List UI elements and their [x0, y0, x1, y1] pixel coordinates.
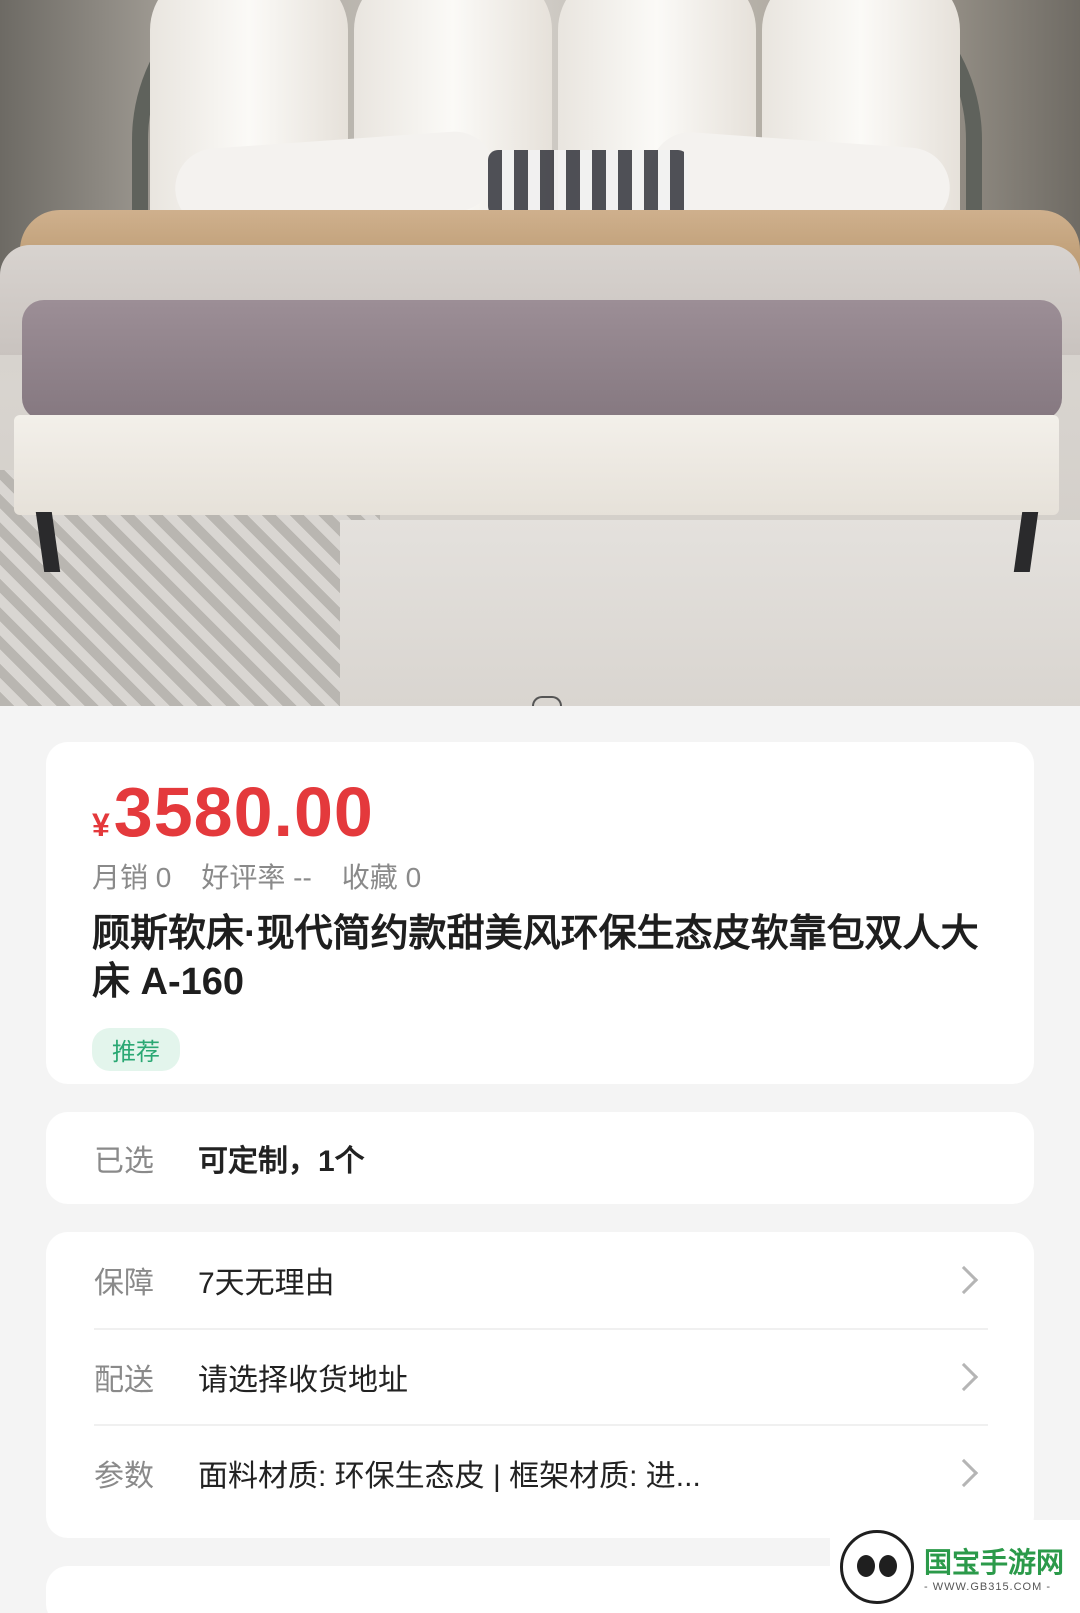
- currency-symbol: ¥: [92, 807, 110, 843]
- watermark-site: - WWW.GB315.COM -: [924, 1580, 1051, 1593]
- image-bed-base: [14, 415, 1059, 515]
- monthly-sales: 月销 0: [92, 862, 172, 893]
- delivery-row[interactable]: 配送 请选择收货地址: [94, 1328, 988, 1424]
- carousel-indicator[interactable]: [532, 696, 562, 706]
- rating: 好评率 --: [201, 862, 312, 893]
- chevron-right-icon: [949, 1362, 979, 1392]
- image-mattress: [22, 300, 1062, 420]
- chevron-right-icon: [949, 1458, 979, 1488]
- favorites: 收藏 0: [341, 862, 422, 893]
- product-title: 顾斯软床·现代简约款甜美风环保生态皮软靠包双人大床 A-160: [92, 913, 979, 1003]
- product-image[interactable]: [0, 0, 1080, 706]
- parameters-row[interactable]: 参数 面料材质: 环保生态皮 | 框架材质: 进...: [94, 1424, 988, 1520]
- site-watermark: 国宝手游网 - WWW.GB315.COM -: [830, 1520, 1080, 1613]
- service-info-card: 保障 7天无理由 配送 请选择收货地址 参数 面料材质: 环保生态皮 | 框架材…: [46, 1232, 1034, 1538]
- guarantee-label: 保障: [94, 1267, 154, 1300]
- selected-value: 可定制，1个: [198, 1145, 365, 1178]
- watermark-name: 国宝手游网: [924, 1546, 1065, 1578]
- selected-option-row[interactable]: 已选 可定制，1个: [46, 1112, 1034, 1204]
- product-stats: 月销 0 好评率 -- 收藏 0: [92, 856, 988, 896]
- image-floor: [340, 520, 1080, 706]
- price: ¥ 3580.00: [92, 772, 988, 852]
- product-summary-card: ¥ 3580.00 月销 0 好评率 -- 收藏 0 顾斯软床·现代简约款甜美风…: [46, 742, 1034, 1084]
- image-cushion: [488, 150, 688, 216]
- delivery-value: 请选择收货地址: [198, 1364, 408, 1397]
- guarantee-row[interactable]: 保障 7天无理由: [94, 1232, 988, 1328]
- parameters-label: 参数: [94, 1460, 154, 1493]
- selected-label: 已选: [94, 1145, 154, 1178]
- parameters-value: 面料材质: 环保生态皮 | 框架材质: 进...: [198, 1460, 701, 1493]
- chevron-right-icon: [949, 1265, 979, 1295]
- delivery-label: 配送: [94, 1364, 154, 1397]
- price-amount: 3580.00: [113, 773, 374, 851]
- guarantee-value: 7天无理由: [198, 1267, 335, 1300]
- panda-logo-icon: [840, 1529, 914, 1604]
- recommend-badge: 推荐: [92, 1028, 180, 1071]
